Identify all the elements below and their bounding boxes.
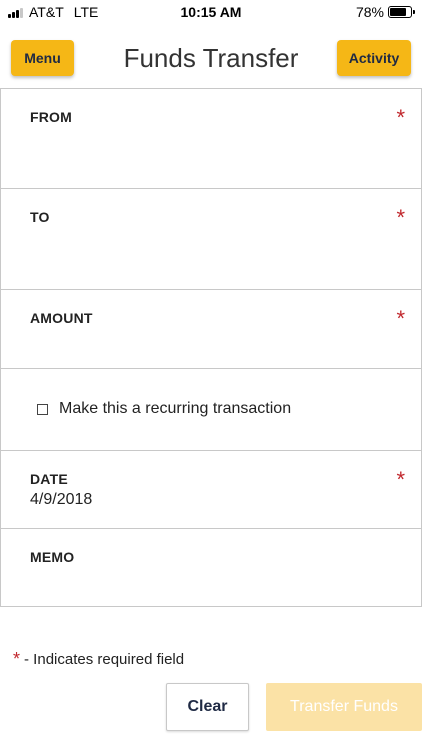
recurring-label: Make this a recurring transaction [59,400,292,417]
from-label: FROM [30,109,73,125]
date-field[interactable]: DATE * 4/9/2018 [0,451,422,529]
battery-percent: 78% [355,4,384,20]
date-value: 4/9/2018 [30,491,93,508]
required-indicator: * [396,467,405,492]
from-field[interactable]: FROM * [0,88,422,189]
transfer-form: FROM * TO * AMOUNT * Make this a recurri… [0,88,422,607]
required-star: * [13,649,21,669]
required-indicator: * [396,306,405,331]
required-indicator: * [396,205,405,230]
memo-field[interactable]: MEMO [0,529,422,607]
required-note: * - Indicates required field [13,650,184,668]
memo-label: MEMO [30,549,75,565]
required-indicator: * [396,105,405,130]
date-label: DATE [30,471,68,487]
status-bar: AT&T LTE 10:15 AM 78% [0,0,422,24]
clear-button[interactable]: Clear [166,683,249,731]
amount-field[interactable]: AMOUNT * [0,290,422,369]
battery-icon [388,6,415,18]
to-field[interactable]: TO * [0,189,422,290]
battery-level [390,8,406,16]
recurring-toggle[interactable]: Make this a recurring transaction [37,400,291,418]
header: Menu Funds Transfer Activity [0,36,422,80]
amount-label: AMOUNT [30,310,93,326]
transfer-funds-button[interactable]: Transfer Funds [266,683,422,731]
required-note-text: - Indicates required field [24,650,185,668]
activity-button[interactable]: Activity [337,40,411,76]
recurring-field: Make this a recurring transaction [0,369,422,451]
to-label: TO [30,209,50,225]
checkbox-icon[interactable] [37,403,48,415]
status-right: 78% [355,4,415,20]
